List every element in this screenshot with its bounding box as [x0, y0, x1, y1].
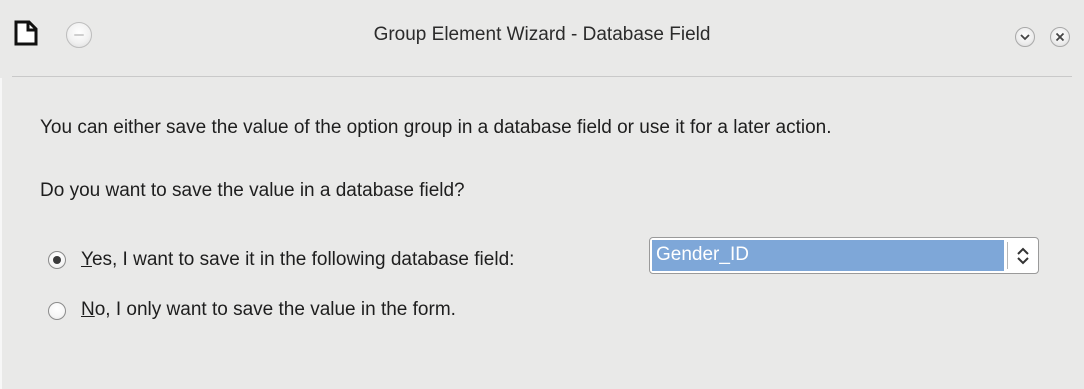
database-field-value-area[interactable]: Gender_ID	[652, 240, 1004, 271]
close-button[interactable]	[1050, 27, 1070, 47]
question-text: Do you want to save the value in a datab…	[40, 180, 465, 201]
radio-yes-text: es, I want to save it in the following d…	[91, 249, 515, 270]
minimize-button[interactable]	[1015, 27, 1035, 47]
title-separator	[12, 76, 1072, 77]
close-icon	[1055, 32, 1065, 42]
combo-divider	[1007, 242, 1008, 269]
updown-arrows-icon[interactable]	[1012, 244, 1034, 268]
mnemonic-yes: Y	[81, 249, 92, 270]
instruction-text: You can either save the value of the opt…	[40, 117, 832, 138]
radio-no-text: o, I only want to save the value in the …	[94, 299, 456, 320]
radio-no-label[interactable]: No, I only want to save the value in the…	[81, 299, 456, 321]
radio-no[interactable]	[48, 302, 66, 320]
radio-yes-label[interactable]: Yes, I want to save it in the following …	[81, 249, 514, 271]
radio-yes[interactable]	[48, 251, 66, 269]
mnemonic-no: N	[81, 299, 95, 320]
radio-selected-dot	[53, 256, 61, 264]
window-title: Group Element Wizard - Database Field	[373, 24, 711, 45]
window-edge	[0, 78, 2, 389]
title-bar: Group Element Wizard - Database Field	[0, 0, 1084, 70]
database-field-value: Gender_ID	[656, 244, 749, 265]
minimize-icon	[1020, 34, 1030, 41]
database-field-select[interactable]: Gender_ID	[649, 237, 1039, 274]
